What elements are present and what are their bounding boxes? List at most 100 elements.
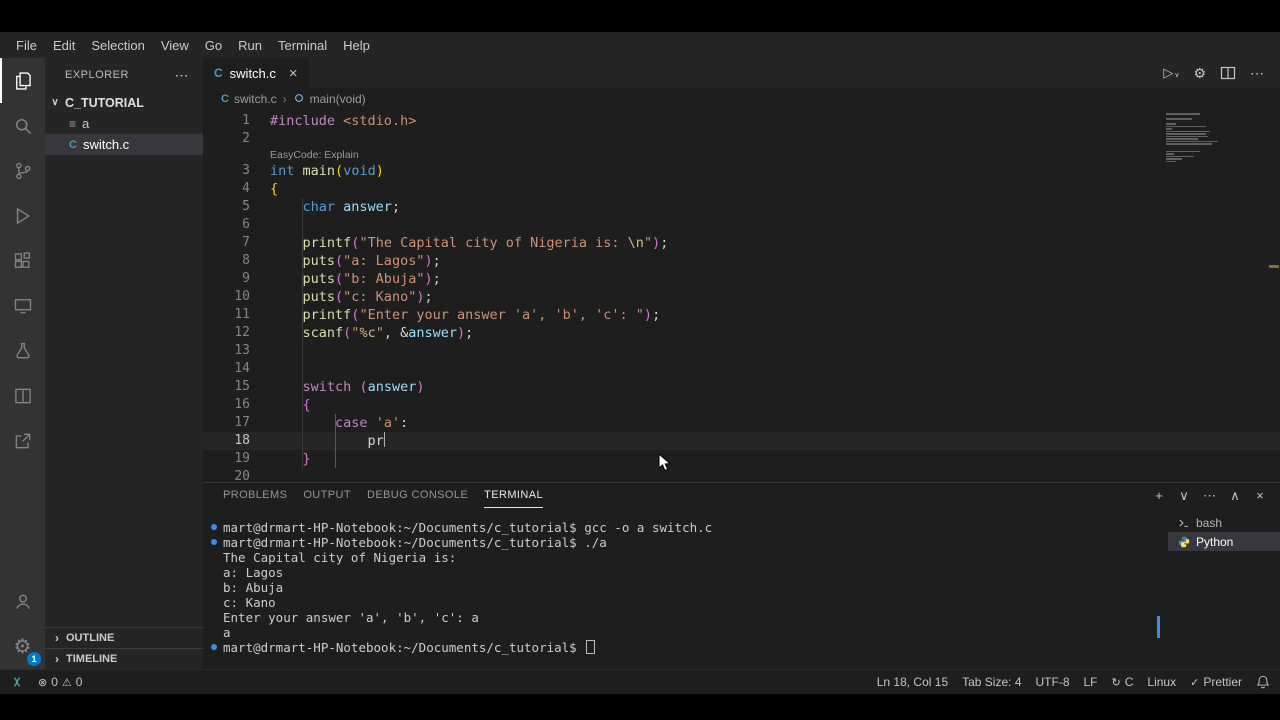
section-label: TIMELINE [66,653,118,665]
more-actions-icon[interactable]: ⋯ [1250,65,1264,82]
menu-item-edit[interactable]: Edit [45,38,83,53]
code-token: ; [660,235,669,251]
panel-tab-problems[interactable]: PROBLEMS [223,483,287,508]
eol[interactable]: LF [1084,675,1098,689]
notifications[interactable] [1256,675,1270,689]
activity-layout[interactable] [0,373,45,418]
minimap-bar [1166,140,1218,142]
terminal-line: mart@drmart-HP-Notebook:~/Documents/c_tu… [211,640,1168,655]
line-number: 17 [234,415,250,430]
code-line-8[interactable]: 8 puts("a: Lagos"); [203,252,1280,270]
chevron-down-icon: ∨ [1174,72,1180,79]
menu-item-help[interactable]: Help [335,38,378,53]
code-line-2[interactable]: 2 [203,130,1280,148]
remote-indicator[interactable] [10,675,24,689]
section-outline[interactable]: › OUTLINE [45,627,203,648]
code-token: ; [432,253,441,269]
terminal-session-bash[interactable]: bash [1168,513,1280,532]
close-panel-icon[interactable]: × [1254,488,1266,503]
problems-status[interactable]: ⊗ 0 ⚠ 0 [38,675,82,689]
menu-item-selection[interactable]: Selection [83,38,152,53]
os-indicator[interactable]: Linux [1147,675,1176,689]
tab-switch-c[interactable]: C switch.c × [203,58,309,88]
terminal-picker-icon[interactable]: ∨ [1178,488,1190,504]
code-line-1[interactable]: 1 #include <stdio.h> [203,112,1280,130]
run-c-file-icon[interactable]: ▷ ∨ [1163,65,1179,81]
activity-remote-explorer[interactable] [0,283,45,328]
panel-tab-output[interactable]: OUTPUT [303,483,351,508]
code-line-6[interactable]: 6 [203,216,1280,234]
activity-testing[interactable] [0,328,45,373]
menu-item-file[interactable]: File [8,38,45,53]
code-line-9[interactable]: 9 puts("b: Abuja"); [203,270,1280,288]
activity-search[interactable] [0,103,45,148]
activity-run-debug[interactable] [0,193,45,238]
terminal-output[interactable]: mart@drmart-HP-Notebook:~/Documents/c_tu… [203,508,1168,669]
terminal-sessions-list: bash Python [1168,508,1280,669]
new-terminal-icon[interactable]: + [1153,488,1165,503]
activity-account[interactable] [0,579,45,624]
code-editor[interactable]: 1 #include <stdio.h> 2 EasyCode: Explain 3 in… [203,110,1280,482]
menu-item-run[interactable]: Run [230,38,270,53]
menu-item-view[interactable]: View [153,38,197,53]
activity-explorer[interactable] [0,58,45,103]
code-text: switch (answer) [250,378,425,396]
line-number: 1 [242,113,250,128]
editor-group: C switch.c × ▷ ∨ ⚙ ⋯ C switch.c › main(void… [203,58,1280,669]
formatter[interactable]: ✓ Prettier [1190,675,1242,689]
panel-tab-debug-console[interactable]: DEBUG CONSOLE [367,483,468,508]
code-line-3[interactable]: 3 int main(void) [203,162,1280,180]
code-line-7[interactable]: 7 printf("The Capital city of Nigeria is… [203,234,1280,252]
code-line-10[interactable]: 10 puts("c: Kano"); [203,288,1280,306]
code-line-12[interactable]: 12 scanf("%c", &answer); [203,324,1280,342]
minimap[interactable] [1166,113,1266,163]
code-line-19[interactable]: 19 } [203,450,1280,468]
terminal-session-python[interactable]: Python [1168,532,1280,551]
code-token: ( [335,253,344,269]
code-line-5[interactable]: 5 char answer; [203,198,1280,216]
line-number: 20 [234,469,250,482]
explorer-icon [13,71,33,91]
encoding[interactable]: UTF-8 [1036,675,1070,689]
split-editor-icon[interactable] [1220,65,1236,81]
folder-row-c-tutorial[interactable]: ∨ C_TUTORIAL [45,92,203,113]
layout-icon [13,386,33,406]
code-line-18[interactable]: 18 pr [203,432,1280,450]
section-timeline[interactable]: › TIMELINE [45,648,203,669]
more-actions-icon[interactable]: ⋯ [1203,488,1216,504]
file-icon: ≡ [69,116,77,131]
code-token: #include [270,113,336,129]
breadcrumb-file[interactable]: C switch.c [221,92,277,106]
code-line-11[interactable]: 11 printf("Enter your answer 'a', 'b', '… [203,306,1280,324]
activity-extensions[interactable] [0,238,45,283]
code-text: printf("Enter your answer 'a', 'b', 'c':… [250,306,661,324]
code-line-13[interactable]: 13 [203,342,1280,360]
code-token: "The Capital city of Nigeria is: [359,235,628,251]
explorer-more-icon[interactable]: ⋯ [175,67,190,84]
code-line-15[interactable]: 15 switch (answer) [203,378,1280,396]
settings-gear-icon[interactable]: ⚙ [1193,65,1206,82]
menu-item-go[interactable]: Go [197,38,230,53]
panel-tab-terminal[interactable]: TERMINAL [484,483,543,508]
maximize-panel-icon[interactable]: ∧ [1229,488,1241,504]
code-line-16[interactable]: 16 { [203,396,1280,414]
activity-settings[interactable]: ⚙ 1 [0,624,45,669]
menu-item-terminal[interactable]: Terminal [270,38,335,53]
code-line-4[interactable]: 4{ [203,180,1280,198]
codelens-action[interactable]: EasyCode: Explain [270,148,1280,162]
breadcrumb-symbol[interactable]: main(void) [293,92,366,107]
code-line-20[interactable]: 20 [203,468,1280,482]
language-status[interactable]: ↻ C [1112,675,1134,689]
activity-source-control[interactable] [0,148,45,193]
code-line-14[interactable]: 14 [203,360,1280,378]
activity-live-share[interactable] [0,418,45,463]
line-number: 13 [234,343,250,358]
terminal-cursor [586,640,596,654]
close-icon[interactable]: × [289,65,298,82]
terminal-scrollbar[interactable] [1157,616,1160,638]
file-item-switch-c[interactable]: Cswitch.c [45,134,203,155]
code-line-17[interactable]: 17 case 'a': [203,414,1280,432]
cursor-position[interactable]: Ln 18, Col 15 [877,675,948,689]
indentation[interactable]: Tab Size: 4 [962,675,1021,689]
file-item-a[interactable]: ≡ a [45,113,203,134]
